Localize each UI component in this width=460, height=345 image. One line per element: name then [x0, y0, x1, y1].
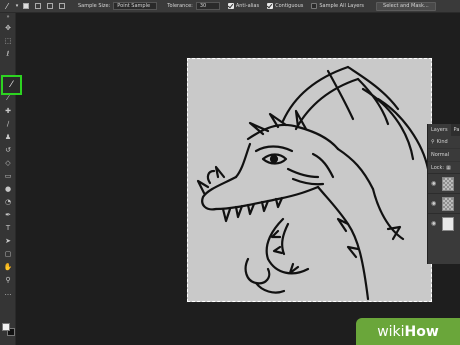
eraser-icon[interactable]: ◇: [0, 156, 16, 169]
layer-row[interactable]: ◉: [428, 193, 460, 213]
contiguous-checkbox[interactable]: [267, 3, 274, 9]
search-icon: ⚲: [431, 139, 435, 145]
panel-collapse-icon[interactable]: »: [0, 13, 16, 21]
lock-row: Lock: ▦: [428, 162, 460, 173]
layers-panel-tabs: Layers Pa: [428, 124, 460, 136]
gradient-icon[interactable]: ▭: [0, 169, 16, 182]
more-icon[interactable]: …: [0, 286, 16, 299]
brush-icon[interactable]: ∕: [0, 117, 16, 130]
tolerance-label: Tolerance:: [167, 3, 193, 9]
anti-alias-label: Anti-alias: [235, 3, 260, 9]
sample-size-label: Sample Size:: [78, 3, 111, 9]
layers-panel: Layers Pa ⚲ Kind Normal Lock: ▦ ◉ ◉ ◉: [427, 124, 460, 264]
subtract-selection-icon[interactable]: [47, 3, 53, 9]
healing-icon[interactable]: ✚: [0, 104, 16, 117]
tool-preset-chevron-icon[interactable]: ▾: [14, 0, 20, 13]
stamp-icon[interactable]: ♟: [0, 130, 16, 143]
wikihow-watermark: wiki How: [356, 318, 460, 345]
shape-icon[interactable]: ▢: [0, 247, 16, 260]
options-bar: ⁄ ▾ Sample Size: Point Sample Tolerance:…: [0, 0, 460, 13]
path-select-icon[interactable]: ➤: [0, 234, 16, 247]
hand-icon[interactable]: ✋: [0, 260, 16, 273]
visibility-eye-icon[interactable]: ◉: [431, 220, 438, 227]
visibility-eye-icon[interactable]: ◉: [431, 180, 438, 187]
dodge-icon[interactable]: ◔: [0, 195, 16, 208]
kind-filter[interactable]: Kind: [437, 139, 448, 145]
marquee-icon[interactable]: ⬚: [0, 34, 16, 47]
watermark-suffix: How: [404, 323, 439, 340]
tolerance-input[interactable]: 30: [195, 2, 220, 10]
layer-thumbnail: [442, 176, 454, 191]
watermark-prefix: wiki: [377, 323, 405, 340]
anti-alias-checkbox[interactable]: [227, 3, 234, 9]
document-canvas[interactable]: [186, 57, 433, 303]
visibility-eye-icon[interactable]: ◉: [431, 200, 438, 207]
sample-all-layers-label: Sample All Layers: [319, 3, 365, 9]
history-brush-icon[interactable]: ↺: [0, 143, 16, 156]
blur-icon[interactable]: ●: [0, 182, 16, 195]
layer-filter-row[interactable]: ⚲ Kind: [428, 136, 460, 149]
magic-wand-icon[interactable]: ⁄: [0, 0, 14, 13]
move-icon[interactable]: ✥: [0, 21, 16, 34]
blend-mode-select[interactable]: Normal: [431, 152, 449, 158]
color-swatches[interactable]: [2, 323, 16, 337]
contiguous-label: Contiguous: [275, 3, 304, 9]
type-icon[interactable]: T: [0, 221, 16, 234]
layer-thumbnail: [442, 216, 454, 231]
blend-mode-row[interactable]: Normal: [428, 149, 460, 162]
magic-wand-tool-highlight[interactable]: ⁄: [1, 75, 22, 95]
sample-size-select[interactable]: Point Sample: [113, 2, 158, 10]
add-selection-icon[interactable]: [35, 3, 41, 9]
dragon-line-art: [196, 65, 430, 301]
zoom-icon[interactable]: ⚲: [0, 273, 16, 286]
magic-wand-icon: ⁄: [10, 80, 13, 90]
select-and-mask-button[interactable]: Select and Mask...: [376, 1, 436, 11]
layer-row[interactable]: ◉: [428, 213, 460, 233]
tab-layers[interactable]: Layers: [428, 124, 451, 136]
lock-label: Lock:: [431, 164, 445, 171]
sample-all-layers-checkbox[interactable]: [311, 3, 318, 9]
new-selection-icon[interactable]: [23, 3, 29, 9]
foreground-color-swatch[interactable]: [2, 323, 10, 331]
photoshop-window: ⁄ ▾ Sample Size: Point Sample Tolerance:…: [0, 0, 460, 345]
layer-row[interactable]: ◉: [428, 173, 460, 193]
pen-icon[interactable]: ✒: [0, 208, 16, 221]
layer-thumbnail: [442, 196, 454, 211]
intersect-selection-icon[interactable]: [59, 3, 65, 9]
lasso-icon[interactable]: ℓ: [0, 47, 16, 60]
tab-paths[interactable]: Pa: [451, 124, 460, 136]
tools-panel: » ✥ ⬚ ℓ ⌗ ⁄ ✚ ∕ ♟ ↺ ◇ ▭ ● ◔ ✒ T ➤ ▢ ✋ ⚲ …: [0, 13, 22, 345]
lock-pixels-icon[interactable]: ▦: [446, 165, 451, 171]
